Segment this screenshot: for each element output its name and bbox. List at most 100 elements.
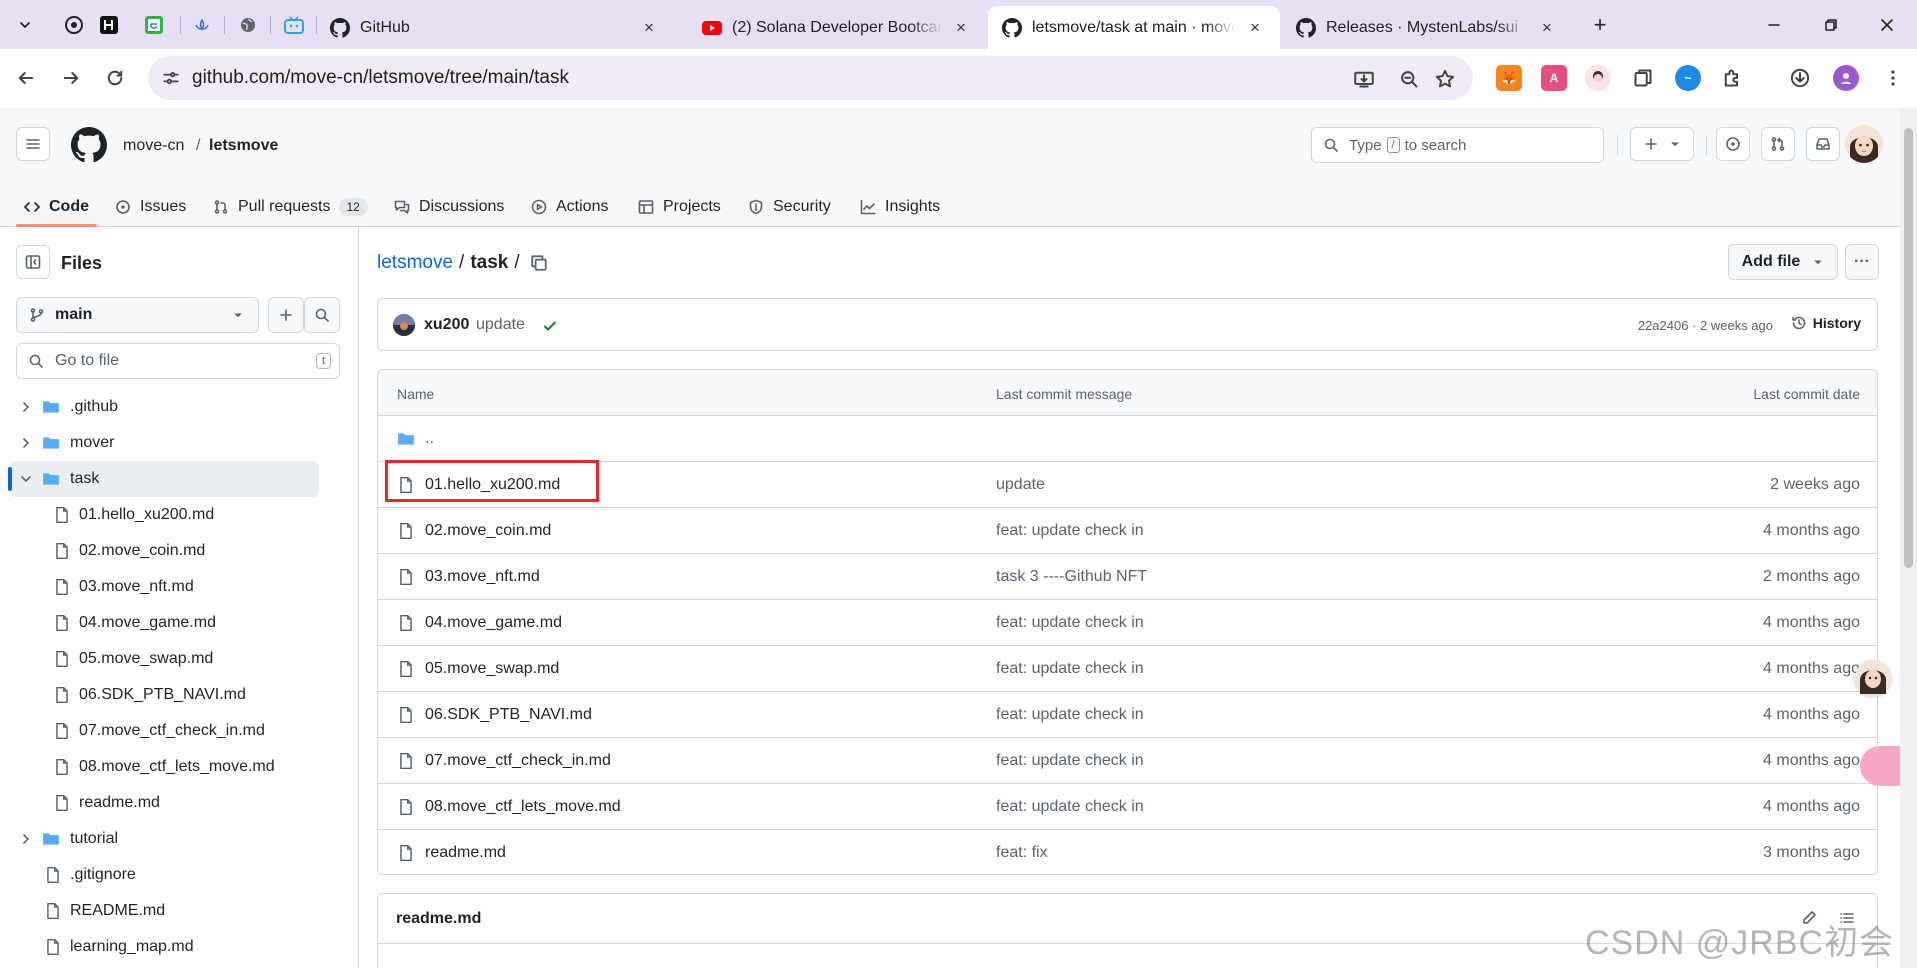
commit-message-link[interactable]: task 3 ----Github NFT xyxy=(996,568,1147,586)
minimize-icon[interactable] xyxy=(1761,12,1787,38)
tab-code[interactable]: Code xyxy=(24,187,89,227)
tree-file-item[interactable]: learning_map.md xyxy=(0,929,359,965)
pinned-tab-h-icon[interactable] xyxy=(95,11,123,39)
parent-directory-row[interactable]: .. xyxy=(378,416,1877,462)
repo-name-link[interactable]: letsmove xyxy=(209,137,278,155)
site-info-icon[interactable] xyxy=(162,69,180,87)
tree-file-item[interactable]: README.md xyxy=(0,893,359,929)
tab-discussions[interactable]: Discussions xyxy=(394,187,504,227)
tab-projects[interactable]: Projects xyxy=(638,187,721,227)
bookmark-star-icon[interactable] xyxy=(1434,68,1456,90)
zoom-icon[interactable] xyxy=(1398,68,1420,90)
pinned-tab-e-icon[interactable] xyxy=(140,11,168,39)
history-button[interactable]: History xyxy=(1791,315,1861,331)
chevron-right-icon[interactable] xyxy=(18,399,34,415)
avatar-extension-icon[interactable] xyxy=(1585,65,1611,91)
extensions-puzzle-icon[interactable] xyxy=(1719,65,1745,91)
tree-folder-item[interactable]: tutorial xyxy=(0,821,359,857)
copy-path-icon[interactable] xyxy=(530,254,548,272)
table-row[interactable]: 08.move_ctf_lets_move.md feat: update che… xyxy=(378,784,1877,830)
file-name-link[interactable]: 03.move_nft.md xyxy=(425,568,540,586)
commit-message-link[interactable]: feat: update check in xyxy=(996,522,1144,540)
browser-menu-icon[interactable] xyxy=(1880,65,1906,91)
metamask-extension-icon[interactable]: 🦊 xyxy=(1496,65,1522,91)
branch-selector[interactable]: main xyxy=(16,297,259,333)
tree-file-item[interactable]: 07.move_ctf_check_in.md xyxy=(0,713,359,749)
translate-extension-icon[interactable]: A xyxy=(1541,65,1567,91)
restore-icon[interactable] xyxy=(1818,12,1844,38)
tree-folder-item[interactable]: mover xyxy=(0,425,359,461)
table-row[interactable]: 06.SDK_PTB_NAVI.md feat: update check in 4… xyxy=(378,692,1877,738)
copy-extension-icon[interactable] xyxy=(1630,65,1656,91)
browser-tab-releases[interactable]: Releases · MystenLabs/sui × xyxy=(1282,6,1572,49)
table-row[interactable]: 01.hello_xu200.md update 2 weeks ago xyxy=(378,462,1877,508)
issues-icon[interactable] xyxy=(1716,127,1750,161)
user-avatar[interactable] xyxy=(1845,125,1883,163)
go-to-file-input[interactable]: Go to file t xyxy=(16,343,340,379)
repo-owner-link[interactable]: move-cn xyxy=(123,137,184,155)
tab-search-icon[interactable] xyxy=(12,12,38,38)
tab-issues[interactable]: Issues xyxy=(115,187,186,227)
install-app-icon[interactable] xyxy=(1353,68,1375,90)
tree-file-item[interactable]: 04.move_game.md xyxy=(0,605,359,641)
pinned-tab-bilibili-icon[interactable] xyxy=(280,11,308,39)
pull-requests-icon[interactable] xyxy=(1761,127,1795,161)
table-row[interactable]: 03.move_nft.md task 3 ----Github NFT 2 mon… xyxy=(378,554,1877,600)
profile-avatar-icon[interactable] xyxy=(1833,65,1859,91)
commit-message-link[interactable]: feat: fix xyxy=(996,844,1048,862)
chevron-right-icon[interactable] xyxy=(18,435,34,451)
commit-sha-age[interactable]: 22a2406 · 2 weeks ago xyxy=(1638,318,1773,333)
commit-message-link[interactable]: feat: update check in xyxy=(996,660,1144,678)
forward-icon[interactable] xyxy=(57,64,85,92)
commit-message-link[interactable]: feat: update check in xyxy=(996,752,1144,770)
tree-file-item[interactable]: 05.move_swap.md xyxy=(0,641,359,677)
file-name-link[interactable]: 02.move_coin.md xyxy=(425,522,551,540)
file-name-link[interactable]: 07.move_ctf_check_in.md xyxy=(425,752,611,770)
table-row[interactable]: 05.move_swap.md feat: update check in 4 mo… xyxy=(378,646,1877,692)
commit-author-avatar[interactable] xyxy=(393,314,415,336)
file-name-link[interactable]: 06.SDK_PTB_NAVI.md xyxy=(425,706,592,724)
tab-close-icon[interactable]: × xyxy=(638,17,660,39)
commit-message-link[interactable]: update xyxy=(996,476,1045,494)
table-row[interactable]: 04.move_game.md feat: update check in 4 mo… xyxy=(378,600,1877,646)
more-options-button[interactable]: ··· xyxy=(1845,244,1879,280)
github-logo-icon[interactable] xyxy=(71,127,107,163)
browser-tab-github[interactable]: GitHub × xyxy=(316,6,674,49)
reload-icon[interactable] xyxy=(101,64,129,92)
table-row[interactable]: 07.move_ctf_check_in.md feat: update chec… xyxy=(378,738,1877,784)
back-icon[interactable] xyxy=(12,64,40,92)
commit-author[interactable]: xu200 xyxy=(424,316,469,334)
tab-pull-requests[interactable]: Pull requests 12 xyxy=(213,187,368,227)
file-name-link[interactable]: readme.md xyxy=(425,844,506,862)
add-file-icon[interactable] xyxy=(268,297,304,333)
commit-message[interactable]: update xyxy=(476,316,525,334)
scrollbar-thumb[interactable] xyxy=(1904,128,1913,568)
tab-security[interactable]: Security xyxy=(748,187,831,227)
tab-insights[interactable]: Insights xyxy=(860,187,940,227)
check-icon[interactable] xyxy=(542,318,558,334)
collapse-sidebar-icon[interactable] xyxy=(16,245,50,279)
tab-close-icon[interactable]: × xyxy=(1536,17,1558,39)
tree-file-item[interactable]: 01.hello_xu200.md xyxy=(0,497,359,533)
table-row[interactable]: 02.move_coin.md feat: update check in 4 mo… xyxy=(378,508,1877,554)
table-row[interactable]: readme.md feat: fix 3 months ago xyxy=(378,830,1877,874)
tab-close-icon[interactable]: × xyxy=(950,17,972,39)
chevron-down-icon[interactable] xyxy=(18,471,34,487)
inbox-icon[interactable] xyxy=(1806,127,1840,161)
tree-file-item[interactable]: .gitignore xyxy=(0,857,359,893)
pinned-tab-aperture-icon[interactable] xyxy=(60,11,88,39)
search-input[interactable]: Type / to search xyxy=(1311,127,1604,163)
tree-file-item[interactable]: 02.move_coin.md xyxy=(0,533,359,569)
commit-message-link[interactable]: feat: update check in xyxy=(996,706,1144,724)
file-name-link[interactable]: 01.hello_xu200.md xyxy=(425,476,560,494)
chevron-right-icon[interactable] xyxy=(18,831,34,847)
tree-folder-item[interactable]: .github xyxy=(0,389,359,425)
tree-file-item[interactable]: 03.move_nft.md xyxy=(0,569,359,605)
tab-close-icon[interactable]: × xyxy=(1244,17,1266,39)
tree-file-item[interactable]: 08.move_ctf_lets_move.md xyxy=(0,749,359,785)
file-name-link[interactable]: 05.move_swap.md xyxy=(425,660,559,678)
commit-message-link[interactable]: feat: update check in xyxy=(996,614,1144,632)
add-file-button[interactable]: Add file xyxy=(1728,244,1838,280)
breadcrumb-root-link[interactable]: letsmove xyxy=(377,252,453,274)
downloads-icon[interactable] xyxy=(1787,65,1813,91)
